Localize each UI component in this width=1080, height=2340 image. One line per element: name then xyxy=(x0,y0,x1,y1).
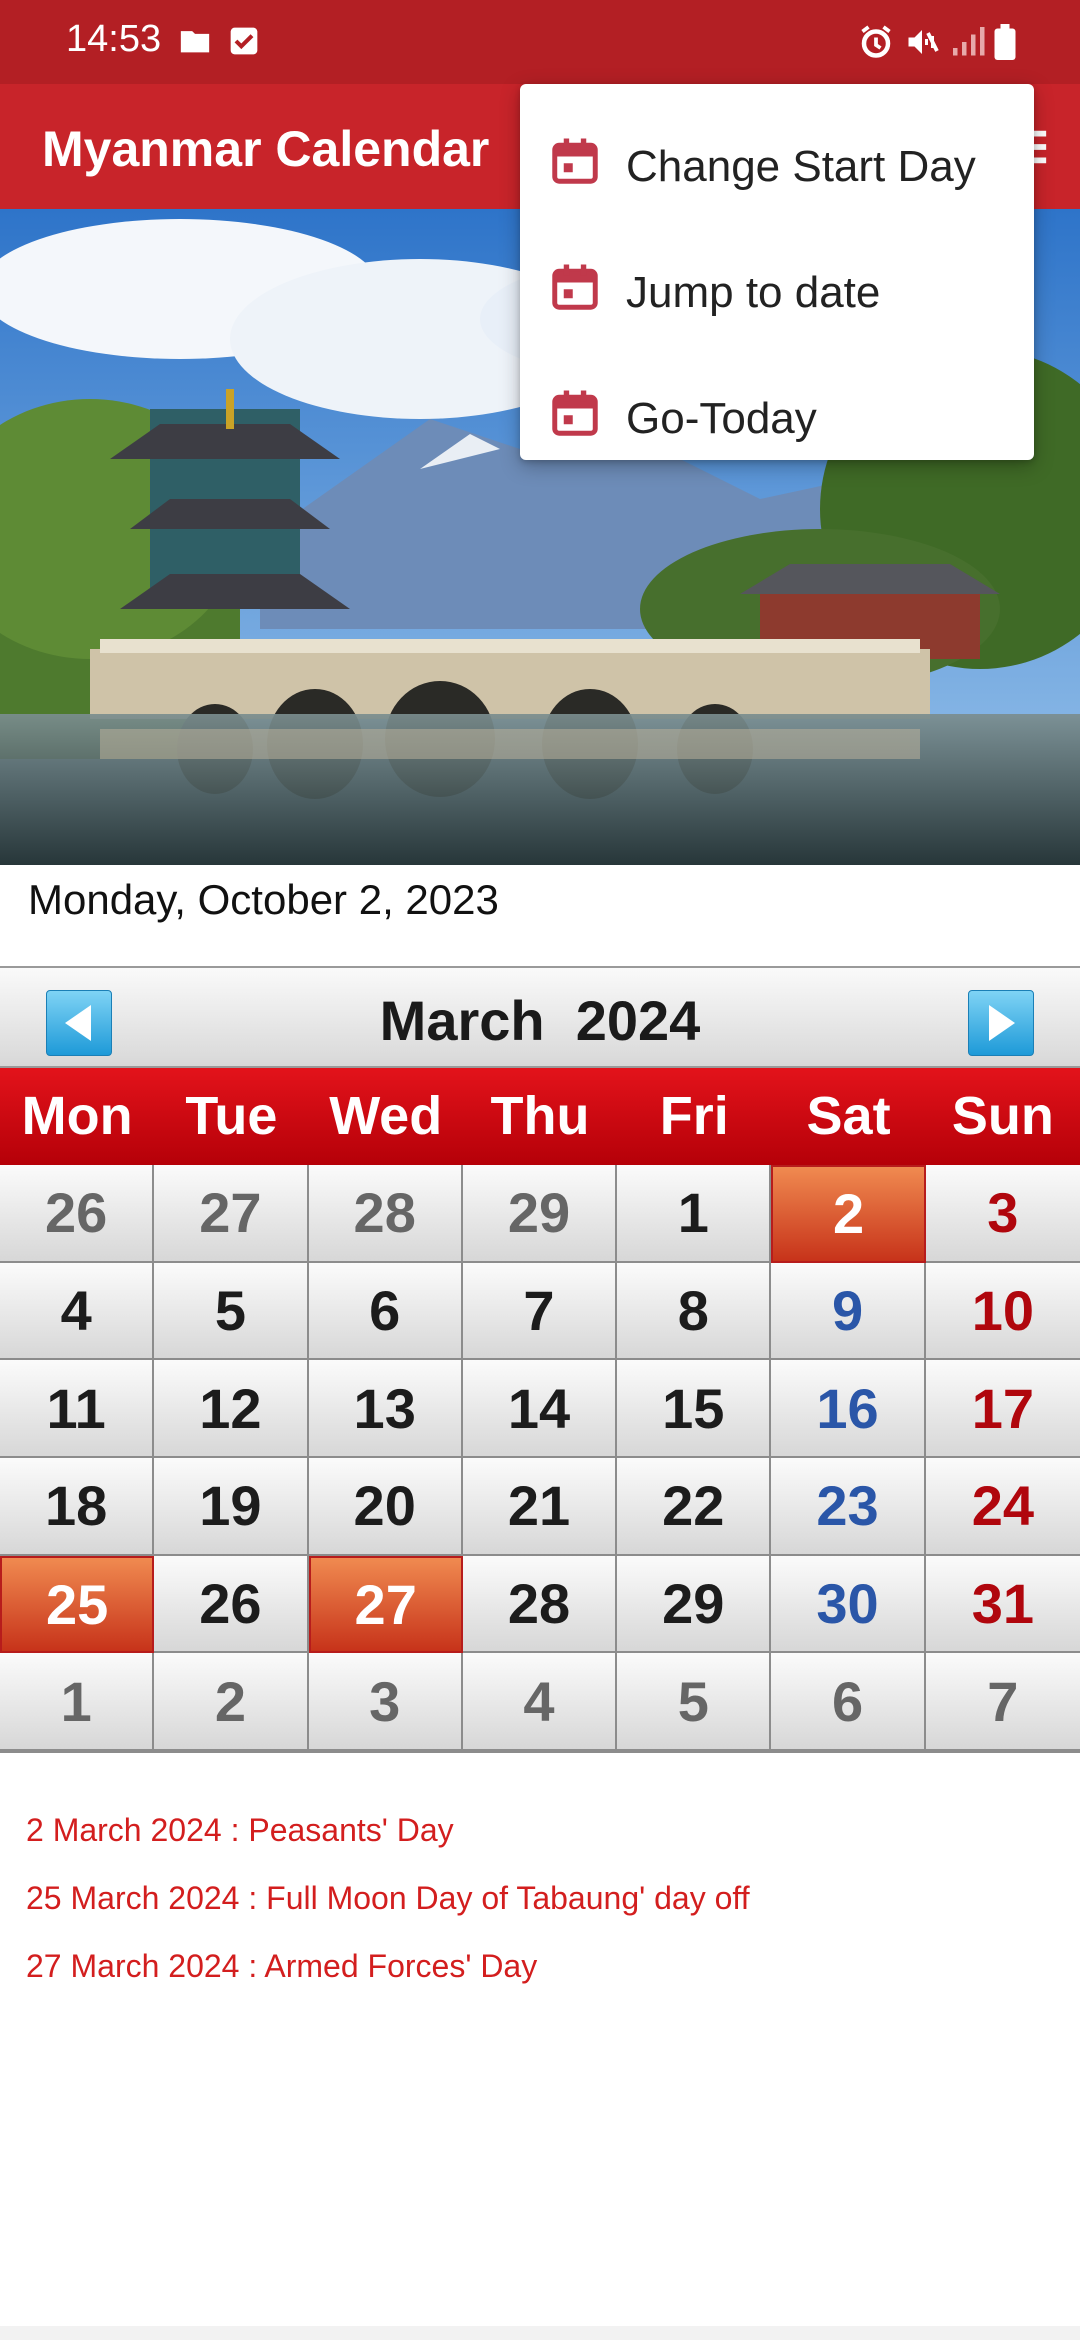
day-cell-holiday[interactable]: 27 xyxy=(308,1555,463,1654)
weekday-sat: Sat xyxy=(806,1086,891,1146)
day-cell[interactable]: 16 xyxy=(771,1360,926,1458)
day-cell[interactable]: 29 xyxy=(617,1555,772,1654)
day-cell[interactable]: 3 xyxy=(925,1165,1080,1263)
day-cell[interactable]: 6 xyxy=(771,1653,926,1751)
menu-item-change-start-day[interactable]: Change Start Day xyxy=(520,104,1034,230)
day-cell[interactable]: 4 xyxy=(462,1653,618,1751)
day-grid: 26 27 28 29 1 2 3 4 5 6 7 8 9 10 11 12 1… xyxy=(0,1165,1080,1753)
month-calendar: March 2024 Mon Tue Wed Thu Fri Sat Sun 2… xyxy=(0,966,1080,1755)
menu-item-label: Go-Today xyxy=(626,394,817,443)
day-cell[interactable]: 31 xyxy=(925,1555,1080,1654)
day-cell[interactable]: 18 xyxy=(0,1457,155,1556)
day-cell[interactable]: 23 xyxy=(771,1457,926,1556)
day-cell[interactable]: 27 xyxy=(154,1165,309,1263)
event-item: 2 March 2024 : Peasants' Day xyxy=(26,1812,454,1848)
day-cell[interactable]: 12 xyxy=(154,1360,309,1458)
menu-item-go-today[interactable]: Go-Today xyxy=(520,356,1034,456)
battery-icon xyxy=(994,24,1016,65)
day-cell[interactable]: 10 xyxy=(925,1262,1080,1361)
holiday-event-list: 2 March 2024 : Peasants' Day 25 March 20… xyxy=(26,1808,750,2012)
day-cell[interactable]: 13 xyxy=(308,1360,463,1458)
next-month-button[interactable] xyxy=(968,990,1034,1056)
calendar-icon xyxy=(548,134,602,193)
day-cell[interactable]: 4 xyxy=(0,1262,155,1361)
vibrate-mute-icon xyxy=(904,24,940,65)
day-cell[interactable]: 5 xyxy=(154,1262,309,1361)
day-cell[interactable]: 26 xyxy=(0,1165,155,1263)
weekday-thu: Thu xyxy=(490,1086,590,1146)
day-cell[interactable]: 2 xyxy=(154,1653,309,1751)
event-item: 25 March 2024 : Full Moon Day of Tabaung… xyxy=(26,1880,750,1916)
day-cell[interactable]: 3 xyxy=(308,1653,463,1751)
weekday-tue: Tue xyxy=(185,1086,278,1146)
day-cell[interactable]: 1 xyxy=(0,1653,155,1751)
day-cell[interactable]: 6 xyxy=(308,1262,463,1361)
day-cell-holiday[interactable]: 2 xyxy=(771,1165,926,1263)
signal-icon xyxy=(950,24,986,65)
day-cell[interactable]: 26 xyxy=(154,1555,309,1654)
day-cell[interactable]: 30 xyxy=(771,1555,926,1654)
calendar-icon xyxy=(548,386,602,445)
day-cell-holiday[interactable]: 25 xyxy=(0,1555,155,1654)
day-cell[interactable]: 7 xyxy=(462,1262,618,1361)
event-item: 27 March 2024 : Armed Forces' Day xyxy=(26,1948,538,1984)
month-year-title: March 2024 xyxy=(379,989,701,1052)
overflow-menu: Change Start Day Jump to date Go-Today xyxy=(520,84,1034,460)
menu-item-label: Change Start Day xyxy=(626,142,976,191)
day-cell[interactable]: 28 xyxy=(462,1555,618,1654)
day-cell[interactable]: 1 xyxy=(617,1165,772,1263)
alarm-icon xyxy=(858,24,894,65)
status-bar: 14:53 xyxy=(0,0,1080,84)
calendar-header: March 2024 xyxy=(0,966,1080,1068)
day-cell[interactable]: 15 xyxy=(617,1360,772,1458)
weekday-wed: Wed xyxy=(329,1086,443,1146)
day-cell[interactable]: 7 xyxy=(925,1653,1080,1751)
menu-item-jump-to-date[interactable]: Jump to date xyxy=(520,230,1034,356)
folder-icon xyxy=(178,24,212,63)
day-cell[interactable]: 21 xyxy=(462,1457,618,1556)
calendar-icon xyxy=(548,260,602,319)
system-nav-bar xyxy=(0,2326,1080,2340)
day-cell[interactable]: 14 xyxy=(462,1360,618,1458)
day-cell[interactable]: 28 xyxy=(308,1165,463,1263)
weekday-sun: Sun xyxy=(951,1086,1054,1146)
app-title: Myanmar Calendar xyxy=(42,121,490,177)
day-cell[interactable]: 8 xyxy=(617,1262,772,1361)
day-cell[interactable]: 17 xyxy=(925,1360,1080,1458)
day-cell[interactable]: 20 xyxy=(308,1457,463,1556)
arrow-right-icon xyxy=(989,1005,1015,1041)
day-cell[interactable]: 19 xyxy=(154,1457,309,1556)
menu-item-label: Jump to date xyxy=(626,268,881,317)
weekday-mon: Mon xyxy=(21,1086,133,1146)
checkbox-icon xyxy=(228,24,260,63)
day-cell[interactable]: 29 xyxy=(462,1165,618,1263)
day-cell[interactable]: 24 xyxy=(925,1457,1080,1556)
day-cell[interactable]: 11 xyxy=(0,1360,155,1458)
day-cell[interactable]: 9 xyxy=(771,1262,926,1361)
day-cell[interactable]: 22 xyxy=(617,1457,772,1556)
status-time: 14:53 xyxy=(66,18,162,60)
day-cell[interactable]: 5 xyxy=(617,1653,772,1751)
weekday-fri: Fri xyxy=(659,1086,729,1146)
today-date-text: Monday, October 2, 2023 xyxy=(28,876,499,923)
weekday-header-row: Mon Tue Wed Thu Fri Sat Sun xyxy=(0,1068,1080,1165)
